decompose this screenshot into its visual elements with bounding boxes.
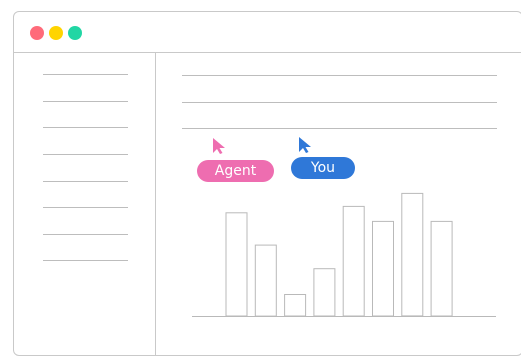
chart-bar-4 bbox=[313, 268, 336, 317]
bar-chart bbox=[192, 192, 496, 317]
chart-bar-1 bbox=[225, 212, 248, 317]
chart-bar-6 bbox=[372, 220, 394, 317]
chart-bar-5 bbox=[342, 205, 365, 317]
chart-bar-8 bbox=[430, 220, 453, 317]
chart-bar-2 bbox=[254, 244, 277, 317]
chart-bar-3 bbox=[284, 294, 307, 317]
chart-bar-7 bbox=[401, 192, 424, 317]
